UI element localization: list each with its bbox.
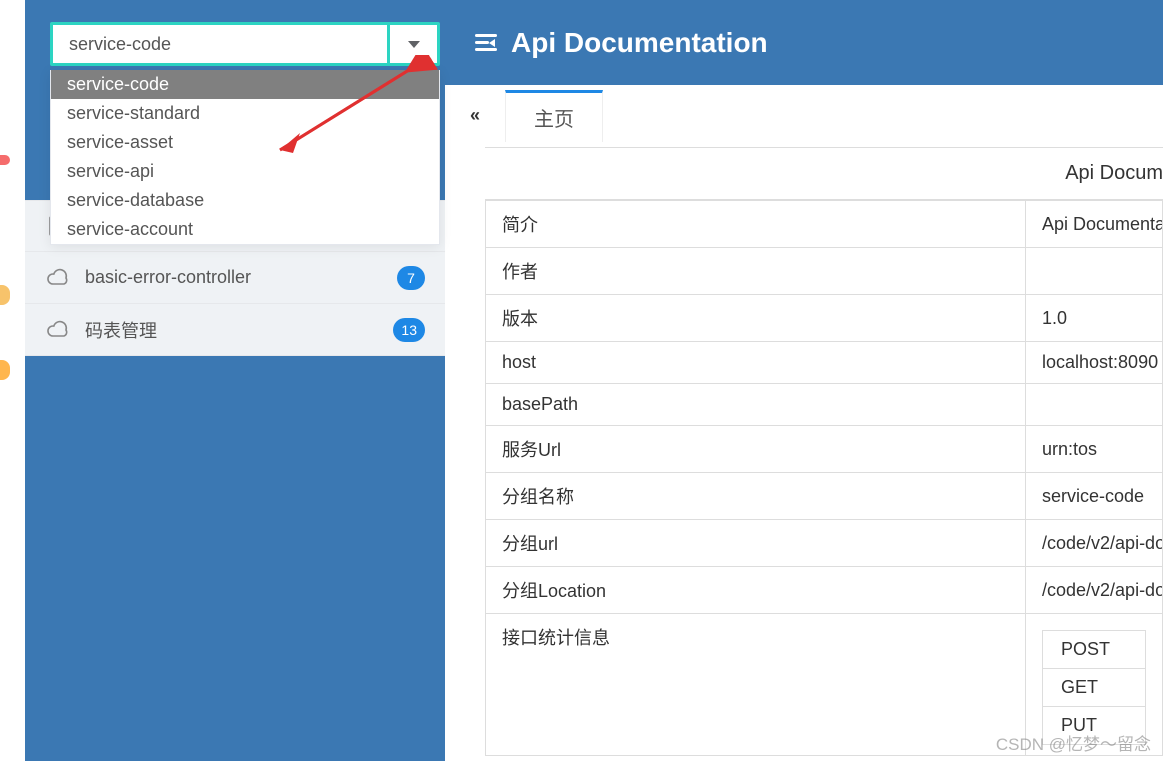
info-value: urn:tos [1026,426,1163,473]
info-value [1026,248,1163,295]
tab-label: 主页 [534,109,574,131]
method-item: GET [1043,669,1145,707]
info-key: 版本 [486,295,1026,342]
method-item: PUT [1043,707,1145,744]
service-select-dropdown: service-code service-standard service-as… [50,70,440,245]
table-row: basePath [486,384,1163,426]
select-option-service-asset[interactable]: service-asset [51,128,439,157]
info-key: 作者 [486,248,1026,295]
info-value: /code/v2/api-docs [1026,567,1163,614]
cloud-api-icon [43,318,73,342]
service-select[interactable]: service-code [50,22,440,66]
gutter-marker-red [0,155,10,165]
table-row: 服务Urlurn:tos [486,426,1163,473]
info-key: 分组url [486,520,1026,567]
menu-toggle-icon[interactable] [475,34,497,52]
info-value [1026,384,1163,426]
info-value: service-code [1026,473,1163,520]
info-value: localhost:8090 [1026,342,1163,384]
cloud-api-icon [43,266,73,290]
table-row: 版本1.0 [486,295,1163,342]
info-value: /code/v2/api-docs [1026,520,1163,567]
select-option-service-standard[interactable]: service-standard [51,99,439,128]
tab-bar: « 主页 [445,85,1163,147]
gutter-marker-orange-1 [0,285,10,305]
table-row: 分组url/code/v2/api-docs [486,520,1163,567]
select-value: service-code [53,34,387,55]
info-key: 分组名称 [486,473,1026,520]
header: Api Documentation [445,0,1163,85]
api-info-table: 简介Api Documentation 作者 版本1.0 hostlocalho… [485,200,1163,756]
select-option-service-account[interactable]: service-account [51,215,439,244]
doc-title: Api Docum [485,147,1163,200]
info-key: 简介 [486,201,1026,248]
sidebar-badge: 7 [397,266,425,290]
sidebar-item-label: basic-error-controller [85,267,251,288]
table-row: 分组名称service-code [486,473,1163,520]
table-row: 作者 [486,248,1163,295]
select-toggle-button[interactable] [387,25,437,63]
info-key: host [486,342,1026,384]
select-option-service-code[interactable]: service-code [51,70,439,99]
table-row: 分组Location/code/v2/api-docs [486,567,1163,614]
sidebar-badge: 13 [393,318,425,342]
info-key: basePath [486,384,1026,426]
info-value: POST GET PUT [1026,614,1163,756]
gutter-marker-orange-2 [0,360,10,380]
chevron-double-left-icon: « [470,105,480,126]
table-row: hostlocalhost:8090 [486,342,1163,384]
sidebar-item-label: 码表管理 [85,317,157,343]
chevron-down-icon [408,41,420,48]
page-title: Api Documentation [511,27,768,59]
method-item: POST [1043,631,1145,669]
table-row-stats: 接口统计信息 POST GET PUT [486,614,1163,756]
info-key: 分组Location [486,567,1026,614]
host-gutter [0,0,25,761]
select-option-service-database[interactable]: service-database [51,186,439,215]
tab-home[interactable]: 主页 [505,90,603,142]
info-value: Api Documentation [1026,201,1163,248]
sidebar-item-basic-error[interactable]: basic-error-controller 7 [25,252,445,304]
info-value: 1.0 [1026,295,1163,342]
info-key: 接口统计信息 [486,614,1026,756]
http-method-list: POST GET PUT [1042,630,1146,745]
select-option-service-api[interactable]: service-api [51,157,439,186]
tabs-collapse-button[interactable]: « [455,96,495,136]
main-content: « 主页 Api Docum 简介Api Documentation 作者 版本… [445,85,1163,761]
table-row: 简介Api Documentation [486,201,1163,248]
info-key: 服务Url [486,426,1026,473]
sidebar-item-code-table[interactable]: 码表管理 13 [25,304,445,356]
